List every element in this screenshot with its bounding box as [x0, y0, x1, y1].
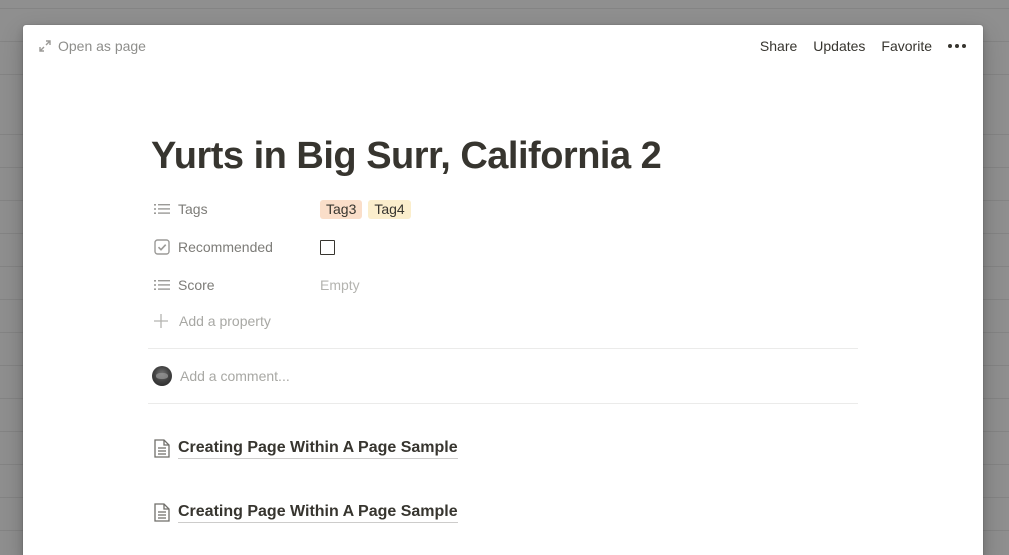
page-link[interactable]: Creating Page Within A Page Sample [154, 438, 458, 459]
comment-input[interactable]: Add a comment... [180, 368, 290, 384]
plus-icon [154, 314, 168, 328]
property-row-tags: Tags Tag3 Tag4 [154, 197, 854, 221]
empty-value: Empty [320, 277, 360, 293]
expand-arrows-icon [39, 40, 51, 52]
page-link-title: Creating Page Within A Page Sample [178, 502, 458, 523]
property-value-tags[interactable]: Tag3 Tag4 [320, 199, 417, 219]
property-value-score[interactable]: Empty [320, 277, 360, 293]
more-options-icon[interactable] [946, 44, 967, 48]
property-label: Score [178, 277, 215, 293]
add-property-label: Add a property [179, 313, 271, 329]
property-row-score: Score Empty [154, 273, 854, 297]
property-row-recommended: Recommended [154, 235, 854, 259]
page-icon [154, 503, 170, 522]
page-icon [154, 439, 170, 458]
property-label: Tags [178, 201, 208, 217]
comment-row: Add a comment... [152, 366, 290, 386]
recommended-checkbox[interactable] [320, 239, 335, 255]
property-value-recommended [320, 239, 335, 255]
share-button[interactable]: Share [760, 38, 797, 54]
page-title[interactable]: Yurts in Big Surr, California 2 [151, 135, 662, 178]
page-peek-modal: Open as page Share Updates Favorite Yurt… [23, 25, 983, 555]
checkbox-icon [154, 239, 170, 255]
property-name-score[interactable]: Score [154, 277, 320, 293]
tag-chip: Tag4 [368, 199, 411, 219]
page-link[interactable]: Creating Page Within A Page Sample [154, 502, 458, 523]
updates-button[interactable]: Updates [813, 38, 865, 54]
topbar-actions: Share Updates Favorite [744, 38, 967, 54]
divider [148, 348, 858, 349]
property-name-tags[interactable]: Tags [154, 201, 320, 217]
list-icon [154, 280, 170, 290]
tag-chip: Tag3 [320, 199, 363, 219]
property-name-recommended[interactable]: Recommended [154, 239, 320, 255]
list-icon [154, 204, 170, 214]
open-as-page-label: Open as page [58, 38, 146, 54]
property-label: Recommended [178, 239, 273, 255]
avatar [152, 366, 172, 386]
favorite-button[interactable]: Favorite [881, 38, 932, 54]
modal-topbar: Open as page Share Updates Favorite [23, 25, 983, 71]
add-property-button[interactable]: Add a property [154, 313, 271, 329]
page-link-title: Creating Page Within A Page Sample [178, 438, 458, 459]
divider [148, 403, 858, 404]
open-as-page-button[interactable]: Open as page [39, 38, 146, 54]
